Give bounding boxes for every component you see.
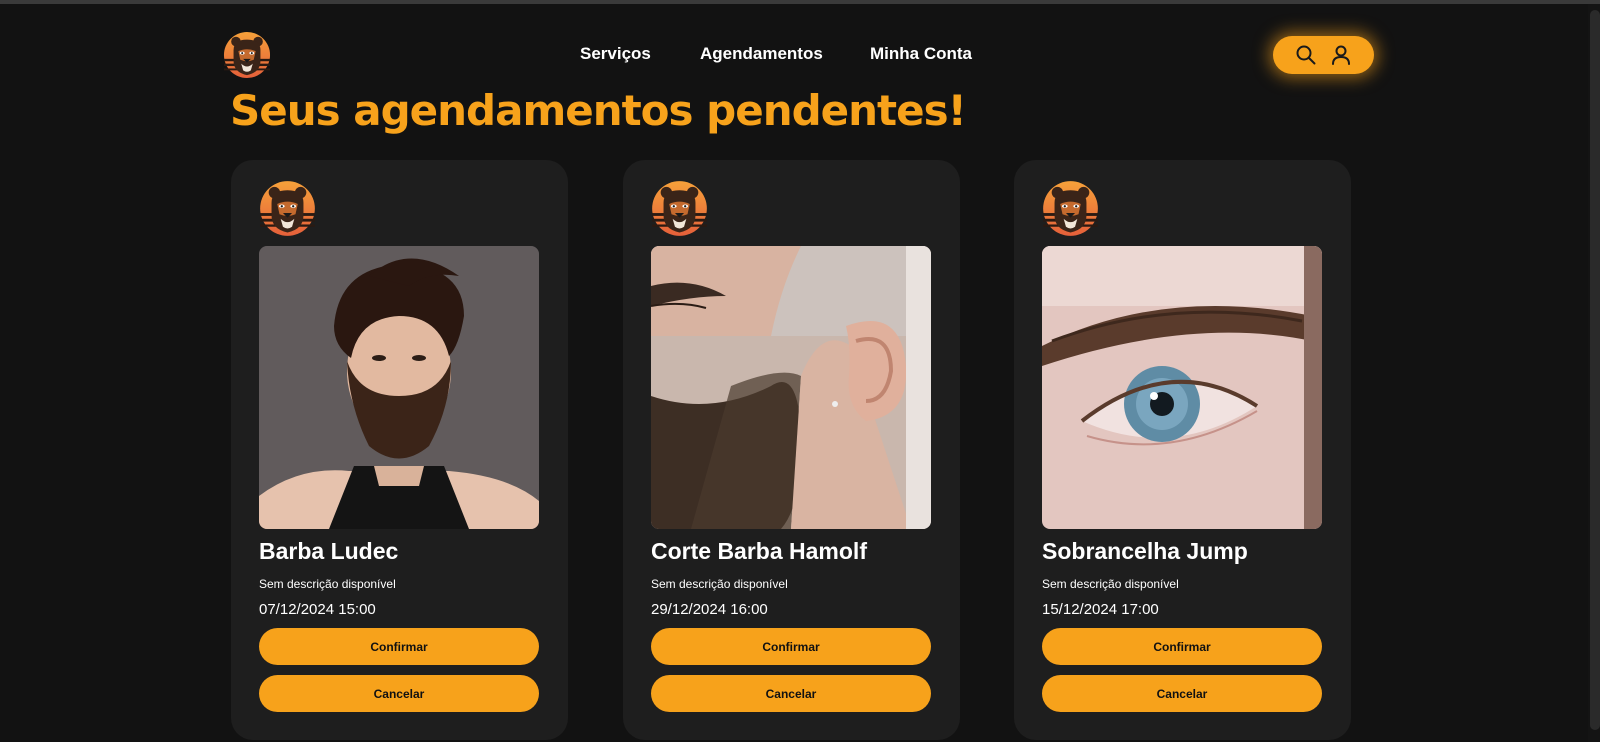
- appointment-datetime: 29/12/2024 16:00: [651, 601, 768, 618]
- eyebrow-eye-closeup-photo: [1042, 246, 1322, 529]
- appointment-description: Sem descrição disponível: [651, 577, 788, 591]
- appointment-description: Sem descrição disponível: [1042, 577, 1179, 591]
- page-title: Seus agendamentos pendentes!: [230, 86, 967, 135]
- appointment-description: Sem descrição disponível: [259, 577, 396, 591]
- appointment-datetime: 15/12/2024 17:00: [1042, 601, 1159, 618]
- bear-logo-icon: [651, 180, 708, 237]
- nav-item-agendamentos[interactable]: Agendamentos: [700, 44, 823, 64]
- beard-fade-closeup-photo: [651, 246, 931, 529]
- appointment-title: Corte Barba Hamolf: [651, 538, 867, 564]
- appointment-title: Sobrancelha Jump: [1042, 538, 1248, 564]
- search-icon[interactable]: [1295, 44, 1317, 66]
- confirm-button[interactable]: Confirmar: [1042, 628, 1322, 665]
- bear-logo-icon: [1042, 180, 1099, 237]
- appointment-card: Sobrancelha Jump Sem descrição disponíve…: [1014, 160, 1351, 740]
- scrollbar-track[interactable]: [1588, 4, 1600, 742]
- cancel-button[interactable]: Cancelar: [1042, 675, 1322, 712]
- nav-item-minha-conta[interactable]: Minha Conta: [870, 44, 972, 64]
- browser-top-strip: [0, 0, 1600, 4]
- confirm-button[interactable]: Confirmar: [651, 628, 931, 665]
- nav-item-servicos[interactable]: Serviços: [580, 44, 651, 64]
- header-actions-pill: [1273, 36, 1374, 74]
- confirm-button[interactable]: Confirmar: [259, 628, 539, 665]
- appointment-title: Barba Ludec: [259, 538, 399, 564]
- bear-logo-icon: [259, 180, 316, 237]
- cancel-button[interactable]: Cancelar: [651, 675, 931, 712]
- bearded-man-photo: [259, 246, 539, 529]
- appointment-datetime: 07/12/2024 15:00: [259, 601, 376, 618]
- user-icon[interactable]: [1330, 44, 1352, 66]
- scrollbar-thumb[interactable]: [1590, 10, 1600, 730]
- cancel-button[interactable]: Cancelar: [259, 675, 539, 712]
- appointment-card: Barba Ludec Sem descrição disponível 07/…: [231, 160, 568, 740]
- appointment-card: Corte Barba Hamolf Sem descrição disponí…: [623, 160, 960, 740]
